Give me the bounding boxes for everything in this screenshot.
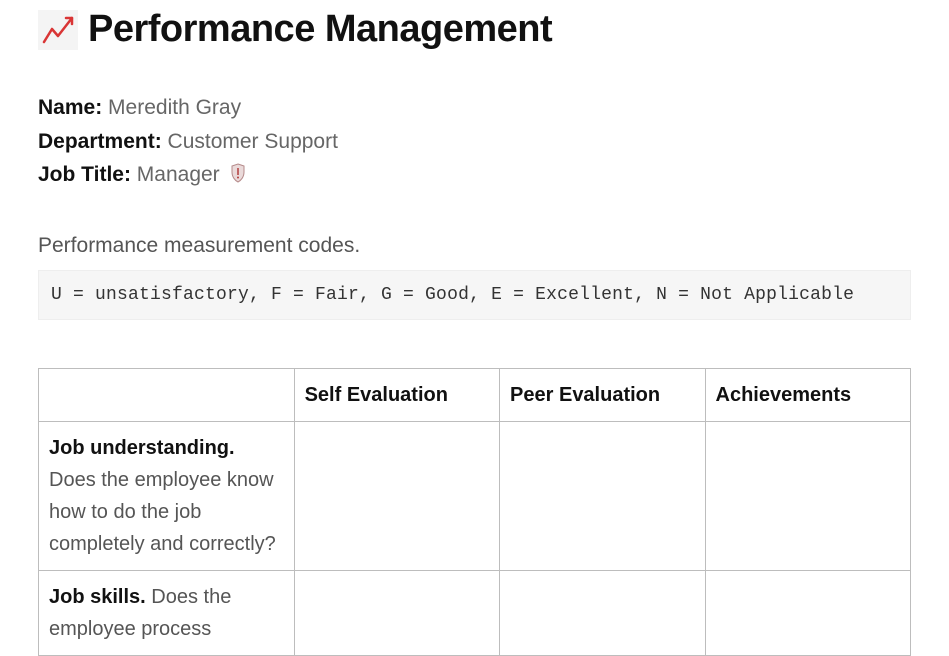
employee-jobtitle-line: Job Title: Manager xyxy=(38,158,911,194)
page-title: Performance Management xyxy=(88,8,552,51)
department-label: Department: xyxy=(38,130,162,153)
employee-info: Name: Meredith Gray Department: Customer… xyxy=(38,91,911,194)
header-self-evaluation: Self Evaluation xyxy=(294,368,499,421)
employee-department-line: Department: Customer Support xyxy=(38,125,911,159)
self-eval-cell[interactable] xyxy=(294,570,499,655)
table-row: Job understanding. Does the employee kno… xyxy=(39,421,911,570)
criteria-title: Job understanding. xyxy=(49,437,235,459)
codes-intro-text: Performance measurement codes. xyxy=(38,234,911,258)
peer-eval-cell[interactable] xyxy=(500,421,705,570)
job-title-label: Job Title: xyxy=(38,163,131,186)
codes-legend: U = unsatisfactory, F = Fair, G = Good, … xyxy=(38,270,911,320)
table-header-row: Self Evaluation Peer Evaluation Achievem… xyxy=(39,368,911,421)
employee-name-line: Name: Meredith Gray xyxy=(38,91,911,125)
name-value: Meredith Gray xyxy=(108,96,241,119)
peer-eval-cell[interactable] xyxy=(500,570,705,655)
job-title-value: Manager xyxy=(137,163,220,186)
page-title-row: Performance Management xyxy=(38,8,911,51)
header-criteria xyxy=(39,368,295,421)
criteria-text: Does the employee know how to do the job… xyxy=(49,469,276,555)
criteria-cell: Job understanding. Does the employee kno… xyxy=(39,421,295,570)
shield-icon xyxy=(230,160,246,194)
evaluation-table: Self Evaluation Peer Evaluation Achievem… xyxy=(38,368,911,656)
chart-increasing-icon xyxy=(38,10,78,50)
name-label: Name: xyxy=(38,96,102,119)
criteria-cell: Job skills. Does the employee process xyxy=(39,570,295,655)
header-peer-evaluation: Peer Evaluation xyxy=(500,368,705,421)
department-value: Customer Support xyxy=(168,130,338,153)
criteria-title: Job skills. xyxy=(49,586,146,608)
table-row: Job skills. Does the employee process xyxy=(39,570,911,655)
header-achievements: Achievements xyxy=(705,368,910,421)
achievements-cell[interactable] xyxy=(705,421,910,570)
achievements-cell[interactable] xyxy=(705,570,910,655)
self-eval-cell[interactable] xyxy=(294,421,499,570)
